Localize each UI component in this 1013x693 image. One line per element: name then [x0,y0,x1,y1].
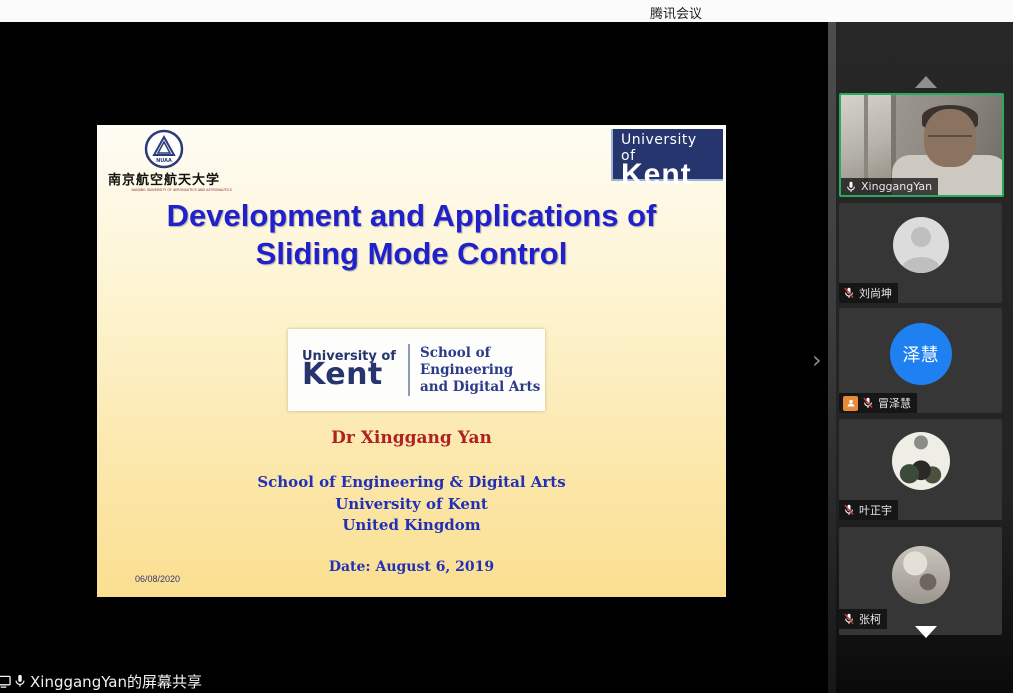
slide-date-stamp: 06/08/2020 [135,574,180,584]
school-line1: School of [420,345,540,362]
date-line: Date: August 6, 2019 [97,559,726,575]
microphone-icon [13,674,27,688]
nuaa-emblem-icon: NUAA [144,129,184,169]
slide-title-line1: Development and Applications of [97,197,726,235]
screen-share-icon [0,674,11,689]
video-person-glasses [928,135,972,143]
participant-name-tag: 刘尚坤 [839,283,898,303]
scroll-down-icon[interactable] [915,626,937,638]
scroll-up-icon[interactable] [915,76,937,88]
screen-share-banner: XinggangYan的屏幕共享 [0,670,202,692]
shared-screen-area: NUAA 南京航空航天大学 NANJING UNIVERSITY OF AERO… [0,22,828,693]
slide-title-line2: Sliding Mode Control [97,235,726,273]
window-titlebar: 腾讯会议 [0,0,1013,22]
svg-text:NUAA: NUAA [156,158,172,164]
school-line3: and Digital Arts [420,379,540,396]
affiliation-line3: United Kingdom [97,516,726,534]
member-badge-icon [843,396,858,411]
participant-name-tag: 叶正宇 [839,500,898,520]
sidebar-splitter[interactable] [828,22,836,693]
participant-tile[interactable]: 泽慧 冒泽慧 [839,308,1002,413]
participant-tile[interactable]: 张柯 [839,527,1002,635]
video-window-background [841,95,896,181]
nuaa-en-name: NANJING UNIVERSITY OF AERONAUTICS AND AS… [132,188,197,192]
participant-name-tag: XinggangYan [841,178,938,195]
affiliation-line2: University of Kent [97,495,726,513]
mic-muted-icon [843,504,855,516]
school-line2: Engineering [420,362,540,379]
participant-tile[interactable]: 刘尚坤 [839,203,1002,303]
kent-logo-line2: Kent [621,158,715,192]
avatar-photo [892,546,950,604]
participant-name: 叶正宇 [859,502,892,518]
participant-name-tag: 张柯 [839,609,887,629]
participant-tile[interactable]: 叶正宇 [839,419,1002,520]
nuaa-cn-name: 南京航空航天大学 [105,169,223,188]
participants-sidebar: XinggangYan 刘尚坤 泽慧 [836,22,1013,693]
slide-title: Development and Applications of Sliding … [97,197,726,273]
participant-name: 冒泽慧 [878,395,911,411]
kent-logo: University of Kent [611,129,723,181]
presentation-slide: NUAA 南京航空航天大学 NANJING UNIVERSITY OF AERO… [97,125,726,597]
avatar-initials: 泽慧 [890,323,952,385]
participant-tile[interactable]: XinggangYan [839,93,1004,197]
app-title: 腾讯会议 [650,3,702,22]
share-banner-text: XinggangYan的屏幕共享 [30,671,202,692]
participant-name: XinggangYan [861,180,932,193]
mic-muted-icon [862,397,874,409]
mic-muted-icon [843,613,855,625]
participant-name: 刘尚坤 [859,285,892,301]
participant-name-tag: 冒泽慧 [839,393,917,413]
mic-on-icon [845,181,857,193]
logo-divider [408,344,410,396]
kent-school-logo-box: University of Kent School of Engineering… [288,329,545,411]
affiliation-line1: School of Engineering & Digital Arts [97,473,726,491]
school-name: School of Engineering and Digital Arts [420,345,540,396]
avatar-photo [892,432,950,490]
presenter-name: Dr Xinggang Yan [97,428,726,448]
avatar-placeholder [893,217,949,273]
participant-name: 张柯 [859,611,881,627]
sidebar-collapse-chevron-icon[interactable]: › [812,348,822,372]
mic-muted-icon [843,287,855,299]
nuaa-logo: NUAA 南京航空航天大学 NANJING UNIVERSITY OF AERO… [105,129,223,191]
kent-logo-small: University of Kent [288,349,406,392]
